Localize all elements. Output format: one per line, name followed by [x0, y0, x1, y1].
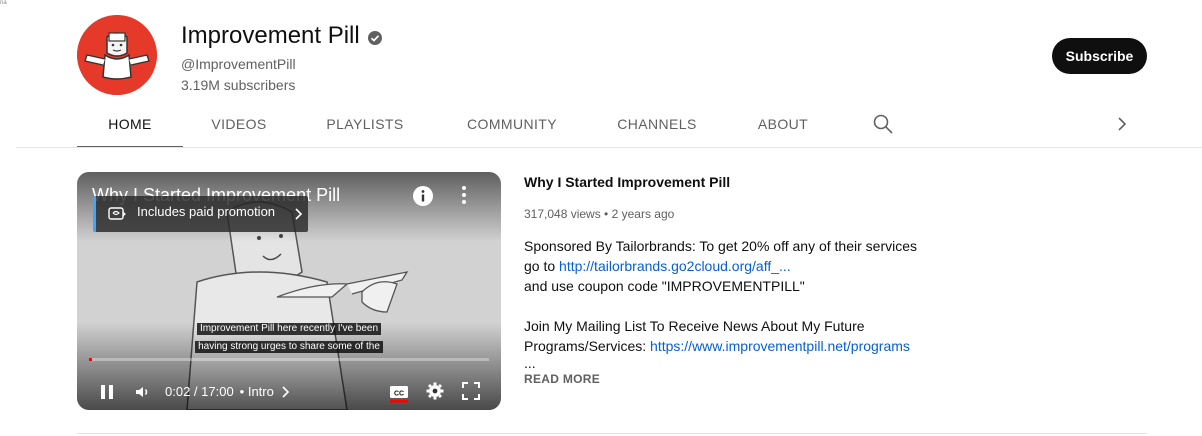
search-icon[interactable]	[871, 112, 895, 136]
description-ellipsis: ...	[524, 355, 536, 371]
description-line: and use coupon code "IMPROVEMENTPILL"	[524, 278, 805, 294]
subscribe-button[interactable]: Subscribe	[1052, 38, 1147, 74]
description-line: go to http://tailorbrands.go2cloud.org/a…	[524, 256, 944, 276]
description-text: go to	[524, 258, 560, 274]
tab-videos[interactable]: VIDEOS	[195, 100, 283, 148]
subscriber-count: 3.19M subscribers	[181, 77, 296, 93]
video-player[interactable]: Why I Started Improvement Pill Includes …	[77, 172, 501, 410]
more-vertical-icon[interactable]	[453, 184, 475, 206]
tab-about[interactable]: ABOUT	[747, 100, 819, 148]
fullscreen-icon[interactable]	[461, 381, 481, 401]
tab-community[interactable]: COMMUNITY	[455, 100, 569, 148]
caption-line: Improvement Pill here recently I've been	[196, 323, 382, 335]
chevron-right-icon	[291, 206, 305, 222]
chevron-right-icon[interactable]	[280, 385, 290, 399]
caption-line: having strong urges to share some of the	[195, 341, 383, 353]
channel-info: Improvement Pill @ImprovementPill 3.19M …	[181, 22, 382, 94]
progress-played	[89, 358, 93, 361]
pause-icon[interactable]	[95, 380, 119, 404]
header-divider	[16, 147, 1202, 148]
sponsor-link[interactable]: http://tailorbrands.go2cloud.org/aff_...	[559, 258, 791, 274]
tab-playlists[interactable]: PLAYLISTS	[315, 100, 415, 148]
description-line: Join My Mailing List To Receive News Abo…	[524, 318, 865, 334]
channel-name[interactable]: Improvement Pill	[181, 22, 360, 50]
tab-channels[interactable]: CHANNELS	[607, 100, 707, 148]
channel-avatar[interactable]	[77, 15, 157, 95]
description-line: Programs/Services: https://www.improveme…	[524, 336, 944, 356]
avatar-illustration	[77, 15, 157, 95]
video-description-panel: Why I Started Improvement Pill 317,048 v…	[524, 172, 944, 386]
video-meta: 317,048 views • 2 years ago	[524, 207, 675, 221]
paid-promotion-badge[interactable]: Includes paid promotion	[93, 196, 308, 232]
programs-link[interactable]: https://www.improvementpill.net/programs	[650, 338, 910, 354]
svg-text:CC: CC	[394, 391, 404, 398]
closed-captions-icon[interactable]: CC	[389, 383, 409, 403]
progress-bar[interactable]	[89, 358, 489, 361]
channel-header: Improvement Pill @ImprovementPill 3.19M …	[0, 0, 1202, 148]
chapter-label[interactable]: • Intro	[240, 384, 274, 400]
read-more-button[interactable]: READ MORE	[524, 372, 944, 386]
volume-icon[interactable]	[131, 380, 155, 404]
description-line: Sponsored By Tailorbrands: To get 20% of…	[524, 238, 918, 254]
paid-promotion-label: Includes paid promotion	[137, 204, 276, 219]
tab-home[interactable]: HOME	[77, 100, 183, 148]
info-icon[interactable]	[412, 185, 434, 207]
channel-handle: @ImprovementPill	[181, 56, 296, 72]
section-divider	[77, 433, 1147, 434]
channel-tabs: HOME VIDEOS PLAYLISTS COMMUNITY CHANNELS…	[77, 100, 1147, 148]
video-title[interactable]: Why I Started Improvement Pill	[524, 172, 944, 192]
time-display: 0:02 / 17:00 • Intro	[165, 384, 290, 400]
description-text: Programs/Services:	[524, 338, 651, 354]
verified-check-icon	[367, 31, 382, 45]
chevron-right-icon[interactable]	[1110, 112, 1134, 136]
video-captions: Improvement Pill here recently I've been…	[190, 318, 388, 354]
paid-promotion-icon	[107, 204, 127, 224]
video-description: Sponsored By Tailorbrands: To get 20% of…	[524, 236, 944, 370]
settings-gear-icon[interactable]	[425, 381, 445, 401]
time-elapsed-total: 0:02 / 17:00	[165, 384, 234, 399]
